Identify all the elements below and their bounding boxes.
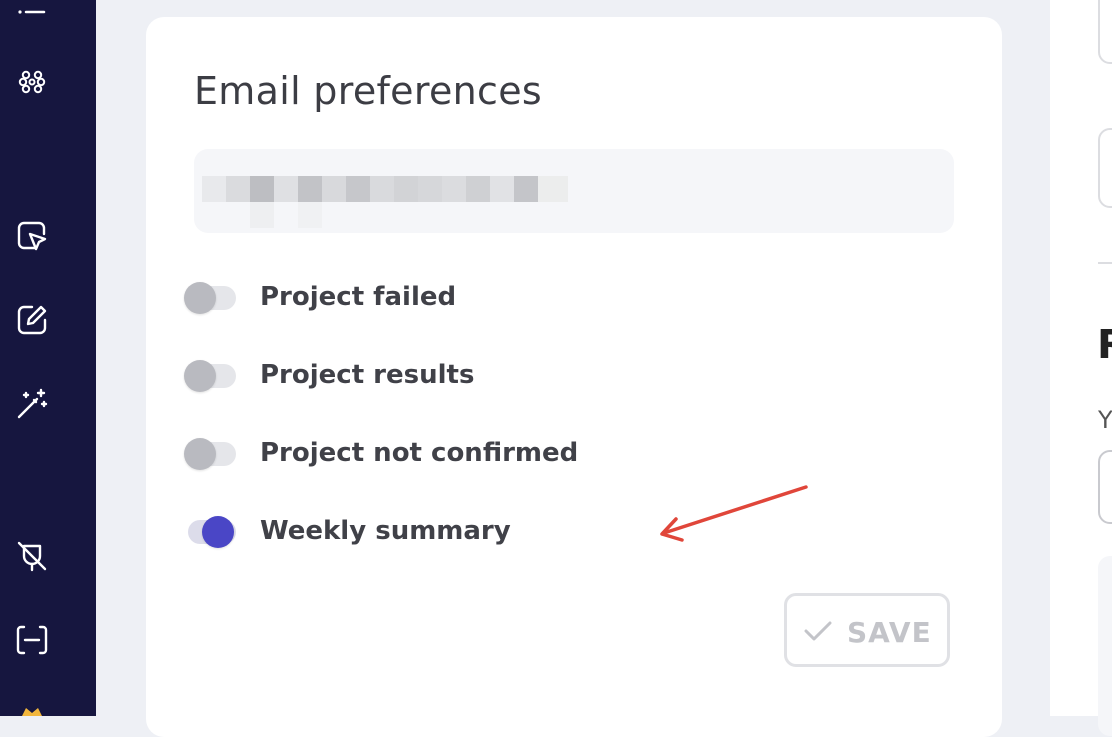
pref-label: Project not confirmed (260, 438, 579, 468)
email-preferences-card: Email preferences Project failed Project… (146, 17, 1002, 737)
minus-box-icon[interactable] (14, 622, 50, 658)
list-icon[interactable] (14, 0, 50, 22)
pref-label: Project results (260, 360, 475, 390)
pref-label: Project failed (260, 282, 457, 312)
sidebar (0, 0, 96, 716)
magic-wand-icon[interactable] (14, 386, 50, 422)
toggle-project-failed[interactable] (182, 279, 238, 315)
section-label: Y (1098, 406, 1112, 434)
panel-input[interactable] (1098, 450, 1112, 524)
panel-card (1098, 556, 1112, 736)
right-panel: R Y (1050, 0, 1112, 736)
divider (1098, 262, 1112, 264)
save-label: SAVE (847, 616, 932, 649)
cursor-icon[interactable] (14, 218, 50, 254)
modules-icon[interactable] (14, 64, 50, 100)
toggle-weekly-summary[interactable] (182, 513, 238, 549)
pref-row-project-failed: Project failed (182, 279, 782, 315)
toggle-project-not-confirmed[interactable] (182, 435, 238, 471)
redacted-email (202, 176, 582, 231)
save-button[interactable]: SAVE (784, 593, 950, 667)
toggle-project-results[interactable] (182, 357, 238, 393)
edit-icon[interactable] (14, 302, 50, 338)
annotation-arrow (660, 485, 808, 542)
crown-icon[interactable] (14, 698, 50, 734)
check-icon (804, 621, 832, 641)
pref-row-project-results: Project results (182, 357, 782, 393)
panel-box (1098, 128, 1112, 208)
panel-box (1098, 0, 1112, 64)
email-field (194, 149, 954, 233)
pref-label: Weekly summary (260, 516, 511, 546)
pref-row-project-not-confirmed: Project not confirmed (182, 435, 782, 471)
section-heading: R (1097, 322, 1112, 368)
plug-off-icon[interactable] (14, 538, 50, 574)
page-title: Email preferences (194, 69, 542, 113)
